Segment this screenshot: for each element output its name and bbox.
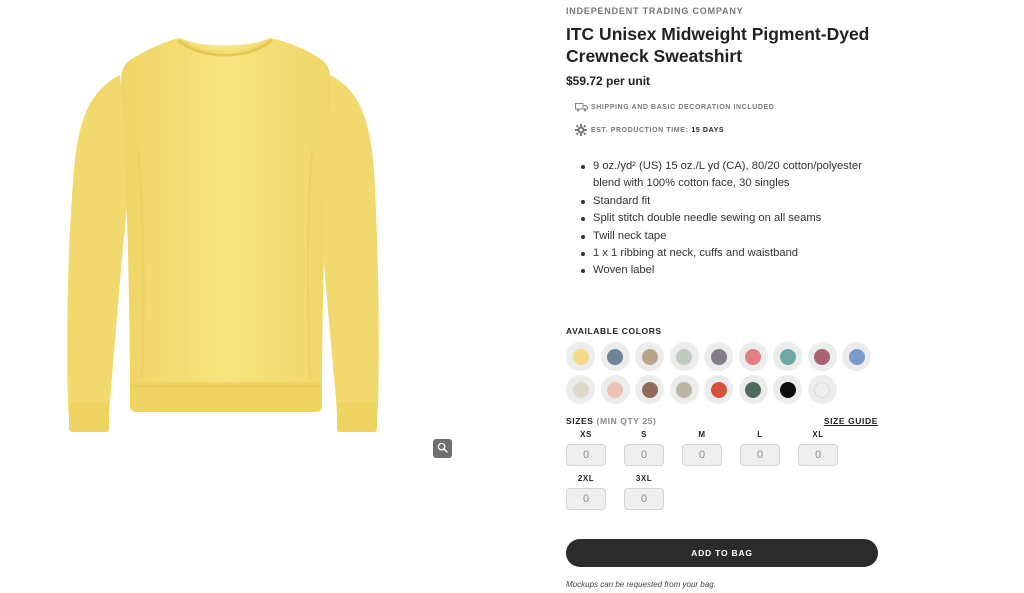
size-label: XL [812,430,824,439]
color-swatches [566,342,878,404]
size-cell: XS 0 [566,429,606,466]
color-swatch[interactable] [600,342,630,371]
production-value: 15 DAYS [691,126,725,134]
feature-item: 9 oz./yd² (US) 15 oz./L yd (CA), 80/20 c… [578,158,878,193]
size-quantity-input[interactable]: 0 [682,444,722,466]
size-label: 3XL [635,474,653,483]
shipping-note: SHIPPING AND BASIC DECORATION INCLUDED [574,101,774,113]
color-swatch[interactable] [773,342,802,371]
size-grid: XS 0 S 0 M 0 L 0 XL 0 2XL 0 3XL 0 [566,429,866,510]
color-swatch[interactable] [669,375,699,404]
feature-item: Split stitch double needle sewing on all… [578,210,878,227]
sizes-label: SIZES (MIN QTY 25) [566,416,656,426]
size-quantity-input[interactable]: 0 [566,444,606,466]
color-swatch-dot [814,381,830,398]
production-time: EST. PRODUCTION TIME: 15 DAYS [574,124,724,136]
production-label: EST. PRODUCTION TIME: [591,126,689,134]
color-swatch-dot [848,348,865,365]
min-qty-note: (MIN QTY 25) [596,416,657,426]
color-swatch[interactable] [842,342,871,371]
brand-name: INDEPENDENT TRADING COMPANY [566,6,744,16]
size-label: S [641,430,647,439]
color-swatch-dot [572,348,589,365]
color-swatch-dot [745,381,761,398]
color-swatch[interactable] [807,342,837,371]
color-swatch[interactable] [704,342,733,371]
color-swatch[interactable] [635,342,664,371]
gear-icon [574,124,588,136]
color-swatch[interactable] [738,342,768,371]
color-swatch-dot [745,348,761,365]
size-quantity-input[interactable]: 0 [566,488,606,510]
feature-list: 9 oz./yd² (US) 15 oz./L yd (CA), 80/20 c… [578,158,878,280]
color-swatch-dot [572,381,589,398]
available-colors-label: AVAILABLE COLORS [566,326,662,336]
color-swatch[interactable] [807,375,837,404]
feature-item: 1 x 1 ribbing at neck, cuffs and waistba… [578,245,878,262]
size-label: M [698,430,706,439]
color-swatch[interactable] [773,375,802,404]
size-guide-link[interactable]: SIZE GUIDE [824,416,878,426]
size-cell: S0 [624,429,664,466]
truck-icon [574,101,588,113]
color-swatch-dot [607,381,623,398]
size-cell: L0 [740,429,780,466]
color-swatch-dot [710,381,727,398]
size-cell: M0 [682,429,722,466]
size-quantity-input[interactable]: 0 [624,444,664,466]
color-swatch[interactable] [669,342,699,371]
size-quantity-input[interactable]: 0 [740,444,780,466]
mockup-note: Mockups can be requested from your bag. [566,580,716,589]
product-title: ITC Unisex Midweight Pigment-Dyed Crewne… [566,24,870,66]
zoom-button[interactable] [433,439,452,458]
feature-item: Woven label [578,262,878,279]
size-cell: 2XL 0 [566,473,606,510]
size-cell: 3XL 0 [624,473,664,510]
shipping-text: SHIPPING AND BASIC DECORATION INCLUDED [591,103,775,111]
feature-item: Twill neck tape [578,228,878,245]
color-swatch-dot [607,348,623,365]
color-swatch-dot [779,381,796,398]
color-swatch-dot [710,348,727,365]
add-to-bag-button[interactable]: ADD TO BAG [566,539,878,567]
size-label: L [757,430,763,439]
color-swatch[interactable] [566,342,595,371]
size-quantity-input[interactable]: 0 [798,444,838,466]
color-swatch-dot [676,381,692,398]
color-swatch[interactable] [600,375,630,404]
color-swatch-dot [641,381,658,398]
size-label: 2XL [577,474,595,483]
product-image[interactable] [60,30,390,440]
sizes-title: SIZES [566,416,594,426]
color-swatch[interactable] [566,375,595,404]
color-swatch-dot [814,348,830,365]
size-quantity-input[interactable]: 0 [624,488,664,510]
size-cell: XL 0 [798,429,838,466]
feature-item: Standard fit [578,193,878,210]
color-swatch-dot [779,348,796,365]
color-swatch-dot [676,348,692,365]
color-swatch[interactable] [738,375,768,404]
magnifier-icon [437,440,448,458]
product-price: $59.72 per unit [566,74,651,88]
color-swatch[interactable] [704,375,733,404]
color-swatch[interactable] [635,375,664,404]
size-label: XS [580,430,592,439]
color-swatch-dot [641,348,658,365]
